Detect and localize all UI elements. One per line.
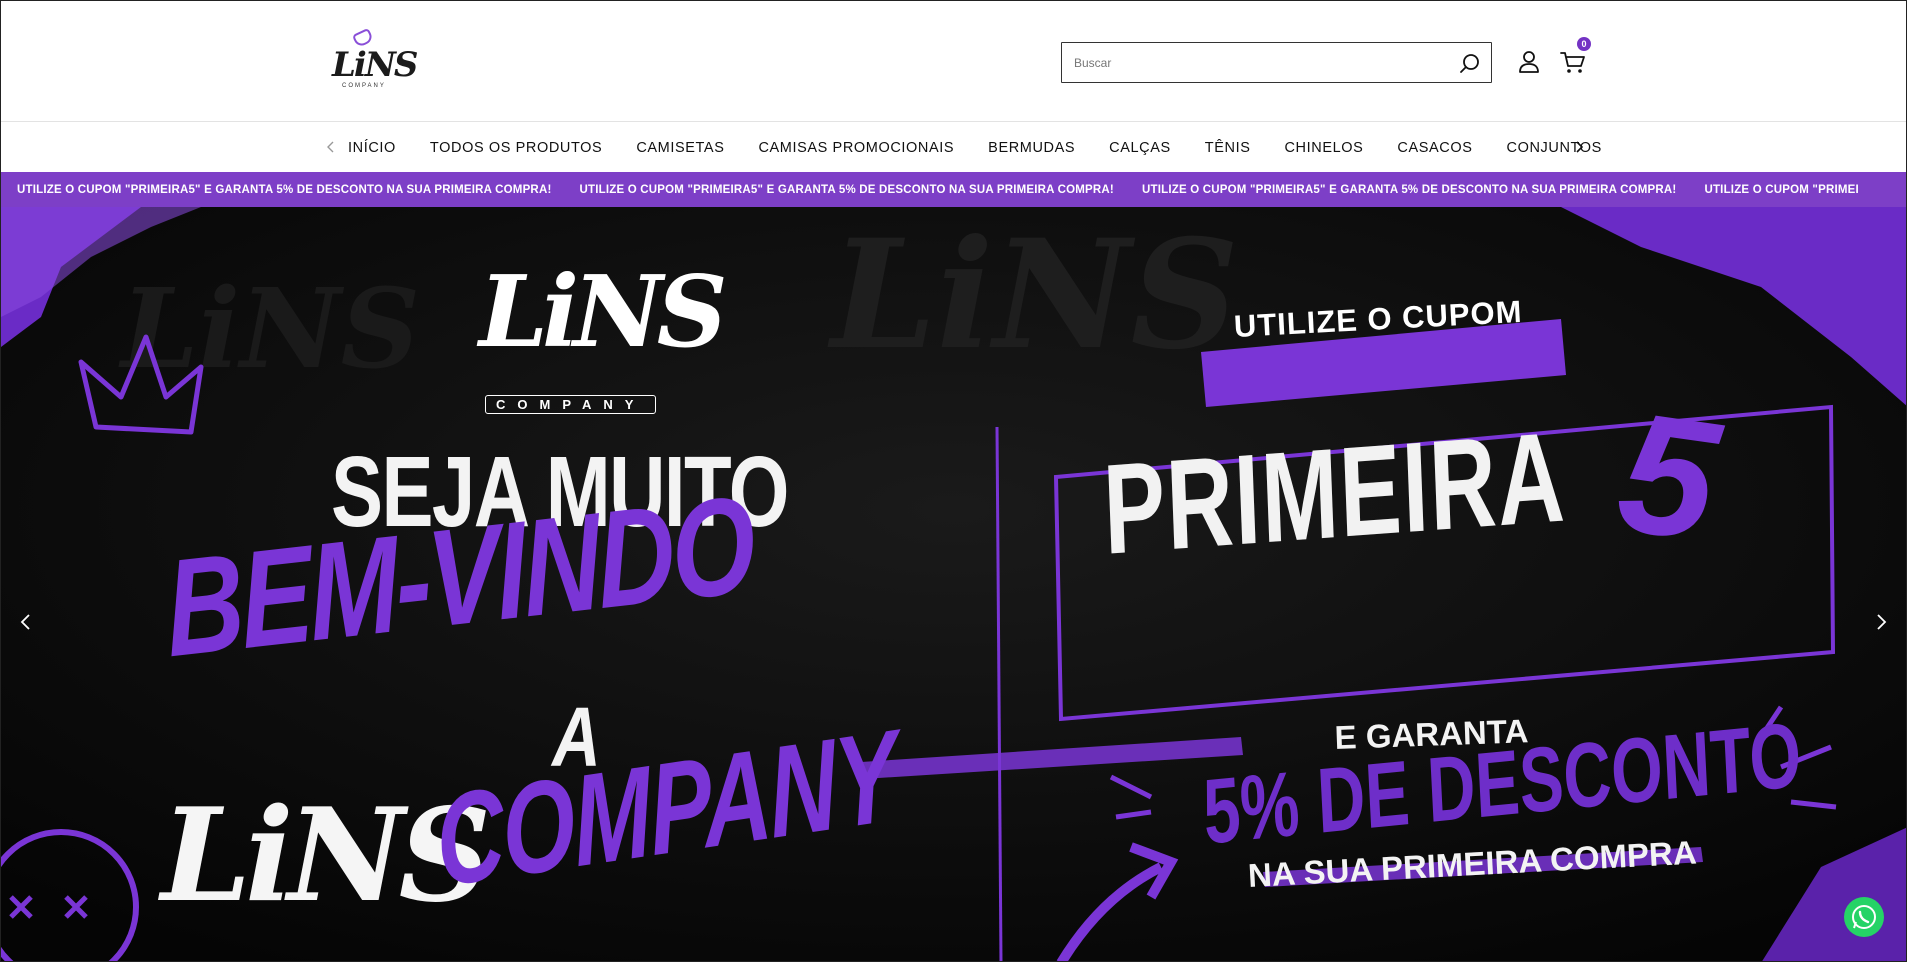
chevron-right-icon[interactable] bbox=[1568, 136, 1590, 158]
hero-banner[interactable]: LiNS LiNS LiNS COMPANY SEJA MUITO BEM-VI… bbox=[1, 207, 1906, 961]
cart-count-badge: 0 bbox=[1577, 37, 1591, 51]
hero-logo-subtext: COMPANY bbox=[485, 395, 657, 414]
search-box bbox=[1061, 42, 1492, 83]
svg-text:LiNS: LiNS bbox=[118, 264, 420, 393]
nav-item-bermudas[interactable]: BERMUDAS bbox=[988, 140, 1075, 156]
chevron-left-icon[interactable] bbox=[13, 609, 39, 635]
promo-message: UTILIZE O CUPOM "PRIMEIRA5" E GARANTA 5%… bbox=[579, 183, 1114, 196]
site-logo[interactable]: LiNS COMPANY bbox=[332, 27, 418, 93]
promo-message: UTILIZE O CUPOM "PRIMEI bbox=[1704, 183, 1859, 196]
promo-track: UTILIZE O CUPOM "PRIMEIRA5" E GARANTA 5%… bbox=[17, 172, 1887, 207]
logo-text: LiNS bbox=[332, 45, 418, 85]
hero-logo-text: LiNS bbox=[479, 255, 727, 370]
search-icon[interactable] bbox=[1459, 52, 1481, 74]
promo-message: UTILIZE O CUPOM "PRIMEIRA5" E GARANTA 5%… bbox=[17, 183, 552, 196]
cart-icon[interactable] bbox=[1559, 48, 1587, 76]
nav-item-todos-os-produtos[interactable]: TODOS OS PRODUTOS bbox=[430, 140, 602, 156]
promo-marquee: UTILIZE O CUPOM "PRIMEIRA5" E GARANTA 5%… bbox=[1, 172, 1906, 207]
chevron-right-icon[interactable] bbox=[1868, 609, 1894, 635]
nav-item-inicio[interactable]: INÍCIO bbox=[348, 140, 396, 156]
nav-item-camisas-promocionais[interactable]: CAMISAS PROMOCIONAIS bbox=[758, 140, 954, 156]
nav-item-chinelos[interactable]: CHINELOS bbox=[1284, 140, 1363, 156]
nav-list: INÍCIO TODOS OS PRODUTOS CAMISETAS CAMIS… bbox=[348, 123, 1636, 172]
nav-item-casacos[interactable]: CASACOS bbox=[1397, 140, 1472, 156]
promo-message: UTILIZE O CUPOM "PRIMEIRA5" E GARANTA 5%… bbox=[1141, 183, 1677, 196]
page: LiNS COMPANY 0 INÍCIO TODOS OS PRODUTOS … bbox=[0, 0, 1907, 962]
chevron-left-icon[interactable] bbox=[320, 136, 342, 158]
svg-text:LiNS: LiNS bbox=[827, 207, 1239, 383]
site-header: LiNS COMPANY 0 bbox=[1, 1, 1906, 122]
search-input[interactable] bbox=[1074, 43, 1444, 82]
nav-item-tenis[interactable]: TÊNIS bbox=[1205, 140, 1251, 156]
nav-item-calcas[interactable]: CALÇAS bbox=[1109, 140, 1171, 156]
nav-item-camisetas[interactable]: CAMISETAS bbox=[636, 140, 724, 156]
whatsapp-icon[interactable] bbox=[1844, 897, 1884, 937]
user-icon[interactable] bbox=[1515, 48, 1543, 76]
logo-subtext: COMPANY bbox=[342, 83, 386, 89]
main-nav: INÍCIO TODOS OS PRODUTOS CAMISETAS CAMIS… bbox=[1, 123, 1906, 172]
